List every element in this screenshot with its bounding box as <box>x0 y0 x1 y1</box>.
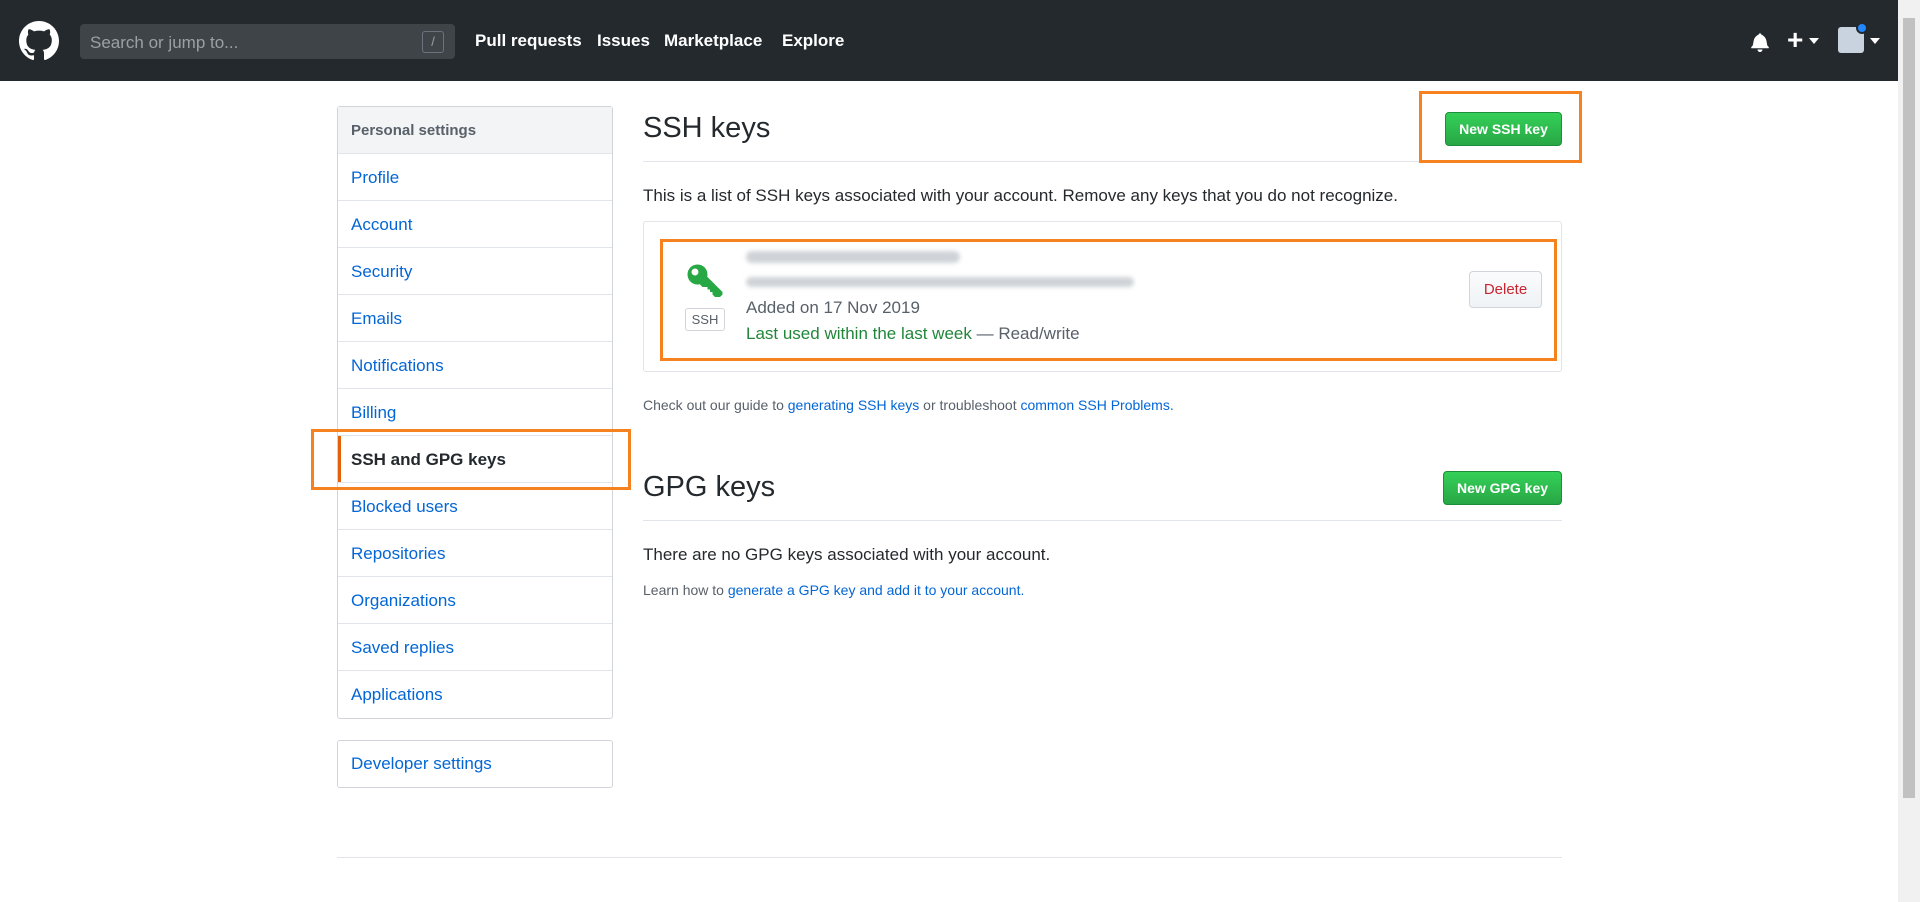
gpg-empty-message: There are no GPG keys associated with yo… <box>643 545 1051 564</box>
sidebar-item-saved-replies[interactable]: Saved replies <box>338 624 612 671</box>
ssh-guide-text: Check out our guide to generating SSH ke… <box>643 397 1174 413</box>
footer-divider <box>337 857 1562 858</box>
bell-icon[interactable] <box>1751 32 1769 52</box>
highlight-new-ssh-key <box>1419 91 1582 163</box>
common-ssh-problems-link[interactable]: common SSH Problems <box>1020 397 1169 413</box>
settings-sidebar: Personal settings Profile Account Securi… <box>337 106 613 719</box>
gpg-learn-text: Learn how to generate a GPG key and add … <box>643 582 1024 598</box>
generate-gpg-key-link[interactable]: generate a GPG key and add it to your ac… <box>728 582 1021 598</box>
gpg-learn-prefix: Learn how to <box>643 582 728 598</box>
search-placeholder: Search or jump to... <box>90 33 239 52</box>
nav-explore[interactable]: Explore <box>782 31 844 51</box>
nav-issues[interactable]: Issues <box>597 31 650 51</box>
ssh-guide-suffix: . <box>1169 397 1174 413</box>
sidebar-item-organizations[interactable]: Organizations <box>338 577 612 624</box>
ssh-guide-middle: or troubleshoot <box>919 397 1021 413</box>
avatar-chevron-down-icon <box>1870 38 1880 44</box>
highlight-ssh-gpg-nav <box>311 429 631 490</box>
sidebar-item-applications[interactable]: Applications <box>338 671 612 718</box>
nav-marketplace[interactable]: Marketplace <box>664 31 762 51</box>
sidebar-item-developer-settings[interactable]: Developer settings <box>337 740 613 788</box>
ssh-guide-prefix: Check out our guide to <box>643 397 788 413</box>
sidebar-item-notifications[interactable]: Notifications <box>338 342 612 389</box>
sidebar-item-profile[interactable]: Profile <box>338 154 612 201</box>
gpg-heading-divider <box>643 520 1562 521</box>
sidebar-item-blocked-users[interactable]: Blocked users <box>338 483 612 530</box>
gpg-learn-suffix: . <box>1020 582 1025 598</box>
nav-pull-requests[interactable]: Pull requests <box>475 31 582 51</box>
generating-ssh-keys-link[interactable]: generating SSH keys <box>788 397 920 413</box>
sidebar-item-emails[interactable]: Emails <box>338 295 612 342</box>
sidebar-item-account[interactable]: Account <box>338 201 612 248</box>
page-scrollbar-thumb[interactable] <box>1903 18 1915 798</box>
slash-shortcut-hint: / <box>422 31 444 53</box>
search-input[interactable]: Search or jump to... / <box>80 24 455 59</box>
sidebar-item-repositories[interactable]: Repositories <box>338 530 612 577</box>
create-new-plus-icon[interactable]: + <box>1787 24 1803 56</box>
top-navigation-bar: Search or jump to... / Pull requests Iss… <box>0 0 1898 81</box>
github-logo-icon[interactable] <box>19 21 59 61</box>
gpg-keys-heading: GPG keys <box>643 471 776 503</box>
highlight-ssh-key-entry <box>660 239 1557 361</box>
ssh-description: This is a list of SSH keys associated wi… <box>643 186 1398 205</box>
sidebar-item-security[interactable]: Security <box>338 248 612 295</box>
new-gpg-key-button[interactable]: New GPG key <box>1443 471 1562 505</box>
plus-chevron-down-icon <box>1809 38 1819 44</box>
ssh-keys-heading: SSH keys <box>643 112 771 144</box>
notification-dot-icon <box>1856 22 1868 34</box>
sidebar-title: Personal settings <box>338 107 612 154</box>
